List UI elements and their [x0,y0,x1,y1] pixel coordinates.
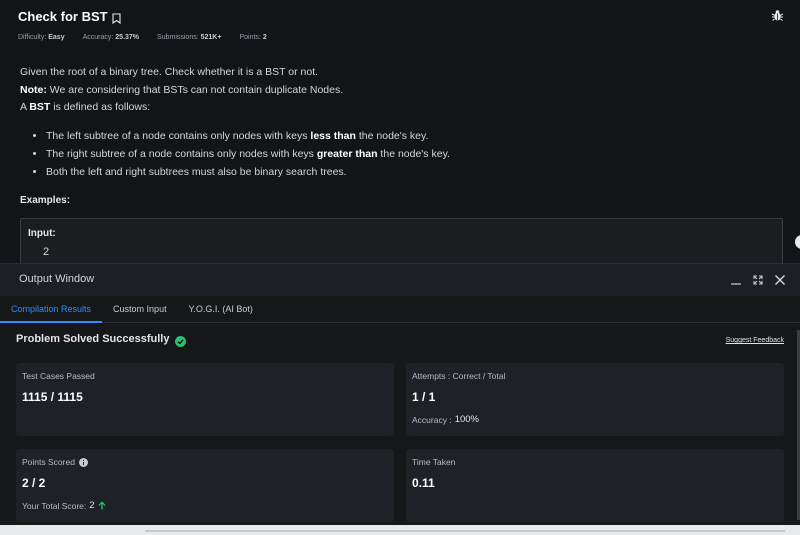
card-label: Test Cases Passed [22,371,95,381]
title-row: Check for BST [18,9,121,25]
card-label: Attempts : Correct / Total [412,371,506,381]
output-tabs: Compilation Results Custom Input Y.O.G.I… [0,296,800,323]
meta-submissions: Submissions: 521K+ [157,34,222,41]
example-input-label: Input: [28,228,56,239]
divider [145,530,785,532]
card-test-cases: Test Cases Passed 1115 / 1115 [16,363,394,436]
expand-icon[interactable] [752,273,764,285]
card-value: 0.11 [412,476,435,490]
output-window-title: Output Window [19,273,95,285]
check-circle-icon [175,334,187,347]
status-text: Problem Solved Successfully [16,333,170,345]
card-points: Points Scored 2 / 2 Your Total Score: 2 [16,449,394,522]
list-item: The left subtree of a node contains only… [46,127,780,145]
meta-accuracy: Accuracy: 25.37% [82,34,140,41]
card-label: Points Scored [22,457,88,467]
total-score-line: Your Total Score: 2 [22,500,106,511]
card-time: Time Taken 0.11 [406,449,784,522]
scroll-handle[interactable] [795,235,800,249]
bookmark-icon[interactable] [112,11,121,25]
bst-rules-list: The left subtree of a node contains only… [46,127,780,181]
problem-description: Given the root of a binary tree. Check w… [20,64,780,209]
card-value: 1115 / 1115 [22,390,83,404]
list-item: Both the left and right subtrees must al… [46,163,780,181]
tab-yogi-ai-bot[interactable]: Y.O.G.I. (AI Bot) [178,296,264,323]
card-value: 2 / 2 [22,476,46,490]
output-header: Output Window [0,264,800,296]
problem-title: Check for BST [18,9,108,24]
desc-bst-def: A BST is defined as follows: [20,101,151,113]
card-value: 1 / 1 [412,390,436,404]
problem-panel: Check for BST Difficulty: Easy Accuracy:… [0,0,800,278]
arrow-up-icon [98,501,106,510]
meta-points: Points: 2 [239,34,267,41]
list-item: The right subtree of a node contains onl… [46,145,780,163]
window-controls [730,273,786,285]
meta-difficulty: Difficulty: Easy [18,34,65,41]
examples-heading: Examples: [20,194,71,206]
desc-note: Note: We are considering that BSTs can n… [20,83,344,96]
tab-compilation-results[interactable]: Compilation Results [0,296,103,323]
suggest-feedback-link[interactable]: Suggest Feedback [726,337,784,344]
result-status: Problem Solved Successfully [16,333,187,347]
accuracy-line: Accuracy : 100% [412,414,479,425]
tab-custom-input[interactable]: Custom Input [102,296,178,323]
card-label: Time Taken [412,457,456,467]
output-window: Output Window Compilation Results Custom… [0,263,800,525]
bug-icon[interactable] [771,9,784,22]
info-icon[interactable] [78,457,88,467]
example-input-value: 2 [43,246,50,258]
problem-meta: Difficulty: Easy Accuracy: 25.37% Submis… [18,34,267,41]
close-icon[interactable] [774,273,786,285]
desc-line-1: Given the root of a binary tree. Check w… [20,66,319,78]
minimize-icon[interactable] [730,273,742,285]
card-attempts: Attempts : Correct / Total 1 / 1 Accurac… [406,363,784,436]
